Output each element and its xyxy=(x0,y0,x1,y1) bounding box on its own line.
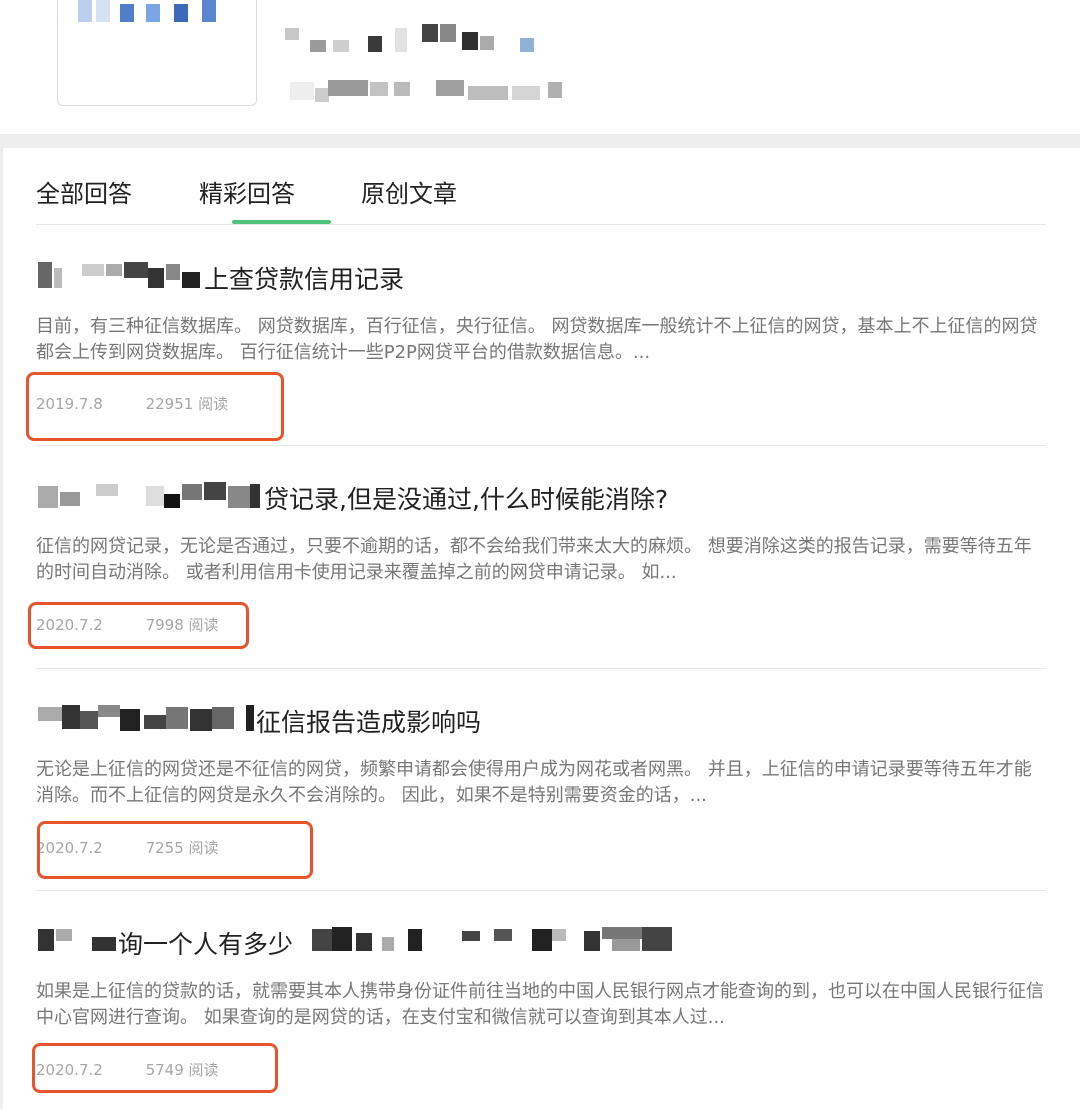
tab-bar: 全部回答 精彩回答 原创文章 xyxy=(36,148,1046,225)
blurred-pixel xyxy=(146,4,160,22)
blurred-title-prefix xyxy=(36,262,206,294)
blurred-title-suffix xyxy=(312,927,672,959)
article-excerpt: 如果是上征信的贷款的话，就需要其本人携带身份证件前往当地的中国人民银行网点才能查… xyxy=(36,981,1044,1028)
blurred-pixel xyxy=(96,0,110,22)
highlight-box xyxy=(37,821,313,879)
avatar[interactable] xyxy=(57,0,257,106)
article-title[interactable]: 上查贷款信用记录 xyxy=(204,260,404,296)
blurred-pixel xyxy=(202,0,216,22)
blurred-pixel xyxy=(120,4,134,22)
blurred-title-prefix xyxy=(36,927,118,959)
article-excerpt: 目前，有三种征信数据库。 网贷数据库，百行征信，央行征信。 网贷数据库一般统计不… xyxy=(36,316,1038,363)
article-title[interactable]: 询一个人有多少 xyxy=(118,925,293,961)
highlight-box xyxy=(26,372,284,441)
highlight-box xyxy=(28,602,249,649)
blurred-title-prefix xyxy=(36,482,264,514)
profile-card xyxy=(0,0,1080,134)
article-title[interactable]: 贷记录,但是没通过,什么时候能消除? xyxy=(264,480,668,516)
blurred-title-prefix xyxy=(36,705,256,737)
article-title[interactable]: 征信报告造成影响吗 xyxy=(256,703,481,739)
article-excerpt: 无论是上征信的网贷还是不征信的网贷，频繁申请都会使得用户成为网花或者网黑。 并且… xyxy=(36,759,1032,806)
blurred-pixel xyxy=(78,0,92,22)
tab-all-answers[interactable]: 全部回答 xyxy=(36,174,132,209)
tab-featured-answers[interactable]: 精彩回答 xyxy=(199,174,295,209)
active-tab-indicator xyxy=(232,220,331,224)
tab-original-articles[interactable]: 原创文章 xyxy=(361,174,457,209)
blurred-pixel xyxy=(174,4,188,22)
article-excerpt: 征信的网贷记录，无论是否通过，只要不逾期的话，都不会给我们带来太大的麻烦。 想要… xyxy=(36,536,1032,583)
highlight-box xyxy=(32,1043,278,1093)
